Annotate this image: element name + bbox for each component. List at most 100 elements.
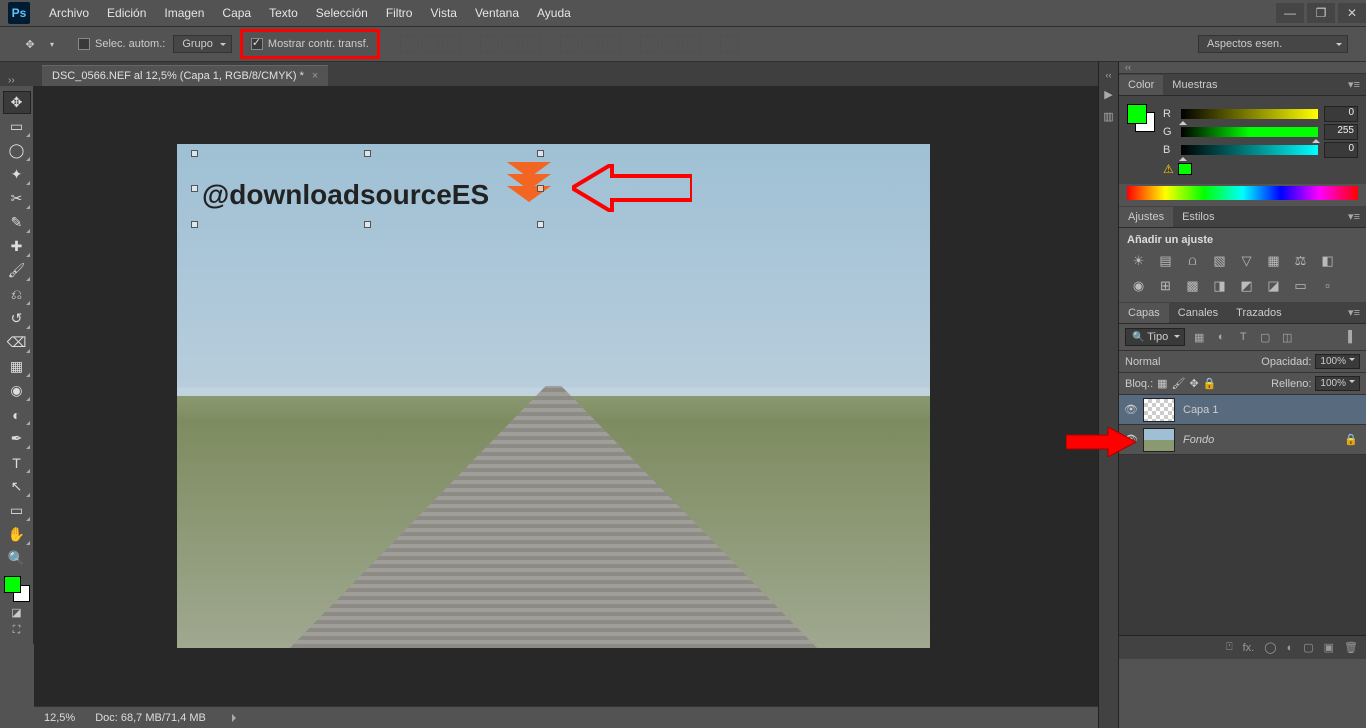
- tab-channels[interactable]: Canales: [1169, 303, 1227, 323]
- color-panel-menu-icon[interactable]: ▾≡: [1348, 78, 1360, 91]
- status-flyout-icon[interactable]: [232, 714, 240, 722]
- layer-row-fondo[interactable]: 👁 Fondo 🔒: [1119, 425, 1366, 455]
- dist-hcenter-icon[interactable]: [661, 35, 679, 53]
- menu-image[interactable]: Imagen: [155, 2, 213, 24]
- lock-trans-icon[interactable]: ▦: [1157, 377, 1167, 390]
- history-icon[interactable]: ▶: [1101, 86, 1117, 102]
- link-layers-icon[interactable]: ⍞: [1226, 641, 1233, 654]
- menu-window[interactable]: Ventana: [466, 2, 528, 24]
- zoom-tool[interactable]: 🔍: [3, 547, 31, 570]
- history-brush-tool[interactable]: ↺: [3, 307, 31, 330]
- align-right-icon[interactable]: [522, 35, 540, 53]
- filter-adjust-icon[interactable]: ◐: [1213, 329, 1229, 345]
- blend-mode-dropdown[interactable]: Normal: [1125, 356, 1257, 368]
- r-value[interactable]: 0: [1324, 106, 1358, 122]
- align-hcenter-icon[interactable]: [501, 35, 519, 53]
- bw-icon[interactable]: ◧: [1318, 252, 1337, 269]
- lock-position-icon[interactable]: ✥: [1190, 377, 1199, 390]
- threshold-icon[interactable]: ◪: [1264, 277, 1283, 294]
- colorlookup-icon[interactable]: ▩: [1183, 277, 1202, 294]
- brush-tool[interactable]: 🖌: [3, 259, 31, 282]
- menu-help[interactable]: Ayuda: [528, 2, 580, 24]
- quickmask-toggle[interactable]: ◪: [3, 604, 31, 620]
- lock-all-icon[interactable]: 🔒: [1203, 377, 1217, 390]
- eraser-tool[interactable]: ⌫: [3, 331, 31, 354]
- zoom-value[interactable]: 12,5%: [44, 712, 75, 724]
- dist-top-icon[interactable]: [560, 35, 578, 53]
- properties-icon[interactable]: ▥: [1101, 108, 1117, 124]
- menu-filter[interactable]: Filtro: [377, 2, 422, 24]
- eyedropper-tool[interactable]: ✎: [3, 211, 31, 234]
- tab-styles[interactable]: Estilos: [1173, 207, 1223, 227]
- screenmode-toggle[interactable]: ⛶: [3, 622, 31, 638]
- auto-align-icon[interactable]: [720, 35, 738, 53]
- layer-fx-icon[interactable]: fx.: [1243, 642, 1255, 654]
- shape-tool[interactable]: ▭: [3, 499, 31, 522]
- layer-name-capa1[interactable]: Capa 1: [1183, 404, 1218, 416]
- filter-type-icon[interactable]: T: [1235, 329, 1251, 345]
- posterize-icon[interactable]: ◩: [1237, 277, 1256, 294]
- workspace-dropdown[interactable]: Aspectos esen.: [1198, 35, 1348, 53]
- new-layer-icon[interactable]: ▣: [1324, 641, 1334, 654]
- lock-icon[interactable]: 🔒: [1344, 433, 1358, 446]
- new-fill-icon[interactable]: ◐: [1287, 642, 1294, 654]
- magic-wand-tool[interactable]: ✦: [3, 163, 31, 186]
- menu-edit[interactable]: Edición: [98, 2, 155, 24]
- lock-pixels-icon[interactable]: 🖌: [1172, 377, 1186, 390]
- healing-brush-tool[interactable]: ✚: [3, 235, 31, 258]
- filter-pixel-icon[interactable]: ▦: [1191, 329, 1207, 345]
- color-ramp[interactable]: [1127, 186, 1358, 200]
- menu-layer[interactable]: Capa: [213, 2, 260, 24]
- layer-row-capa1[interactable]: 👁 Capa 1: [1119, 395, 1366, 425]
- color-swatches[interactable]: [4, 576, 30, 602]
- filter-smart-icon[interactable]: ◫: [1279, 329, 1295, 345]
- layer-mask-icon[interactable]: ◯: [1264, 641, 1276, 654]
- close-button[interactable]: ✕: [1338, 3, 1366, 23]
- auto-select-target-dropdown[interactable]: Grupo: [173, 35, 232, 53]
- clone-stamp-tool[interactable]: ⎌: [3, 283, 31, 306]
- selectivecolor-icon[interactable]: ▫: [1318, 277, 1337, 294]
- brightness-icon[interactable]: ☀: [1129, 252, 1148, 269]
- b-slider[interactable]: [1181, 145, 1318, 155]
- menu-file[interactable]: Archivo: [40, 2, 98, 24]
- move-tool-indicator-icon[interactable]: ✥: [20, 34, 40, 54]
- dist-right-icon[interactable]: [682, 35, 700, 53]
- delete-layer-icon[interactable]: 🗑: [1344, 641, 1358, 654]
- g-value[interactable]: 255: [1324, 124, 1358, 140]
- tab-color[interactable]: Color: [1119, 75, 1163, 95]
- tab-swatches[interactable]: Muestras: [1163, 75, 1226, 95]
- type-tool[interactable]: T: [3, 451, 31, 474]
- hand-tool[interactable]: ✋: [3, 523, 31, 546]
- expand-strip-icon[interactable]: ‹‹: [1099, 70, 1118, 80]
- invert-icon[interactable]: ◨: [1210, 277, 1229, 294]
- close-tab-icon[interactable]: ×: [312, 70, 318, 82]
- pen-tool[interactable]: ✒: [3, 427, 31, 450]
- align-bottom-icon[interactable]: [442, 35, 460, 53]
- layer-name-fondo[interactable]: Fondo: [1183, 434, 1214, 446]
- g-slider[interactable]: [1181, 127, 1318, 137]
- marquee-tool[interactable]: ▭: [3, 115, 31, 138]
- dist-vmid-icon[interactable]: [581, 35, 599, 53]
- menu-view[interactable]: Vista: [421, 2, 465, 24]
- maximize-button[interactable]: ❐: [1307, 3, 1335, 23]
- adjust-panel-menu-icon[interactable]: ▾≡: [1348, 210, 1360, 223]
- document-tab[interactable]: DSC_0566.NEF al 12,5% (Capa 1, RGB/8/CMY…: [42, 65, 328, 86]
- collapse-toolbar-icon[interactable]: ››: [8, 75, 15, 86]
- curves-icon[interactable]: ⩍: [1183, 252, 1202, 269]
- gradientmap-icon[interactable]: ▭: [1291, 277, 1310, 294]
- dist-left-icon[interactable]: [640, 35, 658, 53]
- hue-icon[interactable]: ▦: [1264, 252, 1283, 269]
- filter-toggle-icon[interactable]: ▌: [1344, 329, 1360, 345]
- channelmixer-icon[interactable]: ⊞: [1156, 277, 1175, 294]
- minimize-button[interactable]: —: [1276, 3, 1304, 23]
- layers-panel-menu-icon[interactable]: ▾≡: [1348, 306, 1360, 319]
- exposure-icon[interactable]: ▧: [1210, 252, 1229, 269]
- menu-text[interactable]: Texto: [260, 2, 307, 24]
- lasso-tool[interactable]: ◯: [3, 139, 31, 162]
- transform-bounding-box[interactable]: [195, 154, 540, 224]
- align-left-icon[interactable]: [480, 35, 498, 53]
- panel-swatches[interactable]: [1127, 104, 1155, 132]
- path-select-tool[interactable]: ↖: [3, 475, 31, 498]
- fill-value[interactable]: 100%: [1315, 376, 1360, 391]
- b-value[interactable]: 0: [1324, 142, 1358, 158]
